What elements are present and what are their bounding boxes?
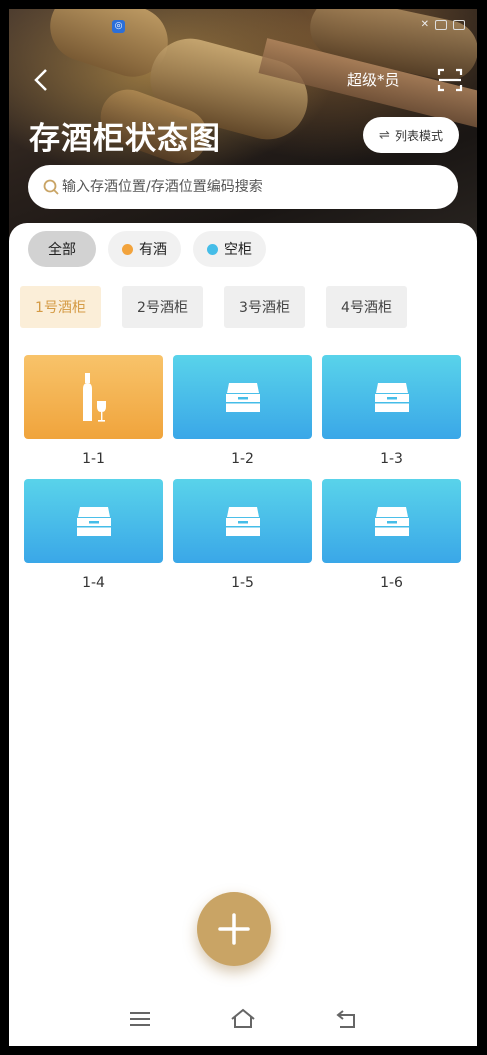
- drawer-icon: [225, 383, 260, 412]
- list-mode-button[interactable]: ⇌ 列表模式: [363, 117, 459, 153]
- chevron-left-icon: [34, 69, 47, 91]
- tab-cabinet-2[interactable]: 2号酒柜: [122, 286, 203, 328]
- slot-1-2[interactable]: 1-2: [173, 355, 312, 479]
- drawer-icon: [225, 507, 260, 536]
- slot-label: 1-6: [380, 575, 403, 591]
- menu-icon: [130, 1012, 150, 1026]
- user-role-label: 超级*员: [347, 71, 400, 89]
- back-icon: [336, 1010, 355, 1028]
- home-button[interactable]: [230, 1007, 256, 1031]
- tab-cabinet-1[interactable]: 1号酒柜: [20, 286, 101, 328]
- close-icon: ✕: [420, 19, 429, 30]
- filter-empty-label: 空柜: [224, 242, 252, 258]
- slot-label: 1-2: [231, 451, 254, 467]
- status-bar: ◎ ✕: [9, 9, 477, 43]
- drawer-icon: [374, 383, 409, 412]
- system-nav-bar: [9, 999, 477, 1039]
- add-button[interactable]: [197, 892, 271, 966]
- battery-icon: [453, 19, 465, 30]
- status-filter-group: 全部 有酒 空柜: [28, 231, 266, 267]
- slot-1-1[interactable]: 1-1: [24, 355, 163, 479]
- drawer-icon: [374, 507, 409, 536]
- filter-empty[interactable]: 空柜: [193, 231, 266, 267]
- back-nav-button[interactable]: [334, 1007, 360, 1031]
- slot-1-6[interactable]: 1-6: [322, 479, 461, 603]
- slot-card: [322, 479, 461, 563]
- slot-label: 1-3: [380, 451, 403, 467]
- search-icon: [43, 179, 59, 195]
- status-icons: ✕: [421, 19, 465, 30]
- slot-card: [24, 479, 163, 563]
- search-bar[interactable]: [28, 165, 458, 209]
- page-title: 存酒柜状态图: [29, 121, 221, 157]
- app-notification-icon: ◎: [112, 20, 125, 33]
- slot-grid: 1-1 1-2 1-3 1-4 1-5 1-6: [24, 355, 464, 603]
- back-button[interactable]: [31, 65, 57, 99]
- cabinet-tabs: 1号酒柜 2号酒柜 3号酒柜 4号酒柜: [20, 286, 407, 328]
- app-screen: ◎ ✕ 超级*员 存酒柜状态图 ⇌ 列表模式 输入存酒位置/存酒位置编码搜索 全…: [9, 9, 477, 1046]
- slot-card: [24, 355, 163, 439]
- filter-all[interactable]: 全部: [28, 231, 96, 267]
- tab-cabinet-3[interactable]: 3号酒柜: [224, 286, 305, 328]
- wine-bottle-icon: [82, 373, 106, 422]
- slot-1-5[interactable]: 1-5: [173, 479, 312, 603]
- slot-label: 1-1: [82, 451, 105, 467]
- slot-1-3[interactable]: 1-3: [322, 355, 461, 479]
- filter-has-wine-label: 有酒: [139, 242, 167, 258]
- filter-all-label: 全部: [48, 242, 76, 258]
- wifi-icon: [435, 19, 447, 30]
- slot-card: [173, 355, 312, 439]
- slot-card: [322, 355, 461, 439]
- slot-label: 1-4: [82, 575, 105, 591]
- orange-dot-icon: [122, 243, 133, 255]
- slot-label: 1-5: [231, 575, 254, 591]
- home-icon: [231, 1008, 255, 1028]
- header-banner: ◎ ✕ 超级*员 存酒柜状态图 ⇌ 列表模式: [9, 9, 477, 259]
- menu-button[interactable]: [127, 1007, 153, 1031]
- tab-cabinet-4[interactable]: 4号酒柜: [326, 286, 407, 328]
- scan-button[interactable]: [437, 67, 463, 93]
- slot-card: [173, 479, 312, 563]
- swap-icon: ⇌: [379, 127, 390, 143]
- filter-has-wine[interactable]: 有酒: [108, 231, 181, 267]
- scan-icon: [437, 68, 463, 92]
- search-input[interactable]: [62, 179, 458, 195]
- plus-icon: [218, 913, 250, 945]
- list-mode-label: 列表模式: [394, 128, 443, 143]
- drawer-icon: [76, 507, 111, 536]
- slot-1-4[interactable]: 1-4: [24, 479, 163, 603]
- blue-dot-icon: [207, 243, 218, 255]
